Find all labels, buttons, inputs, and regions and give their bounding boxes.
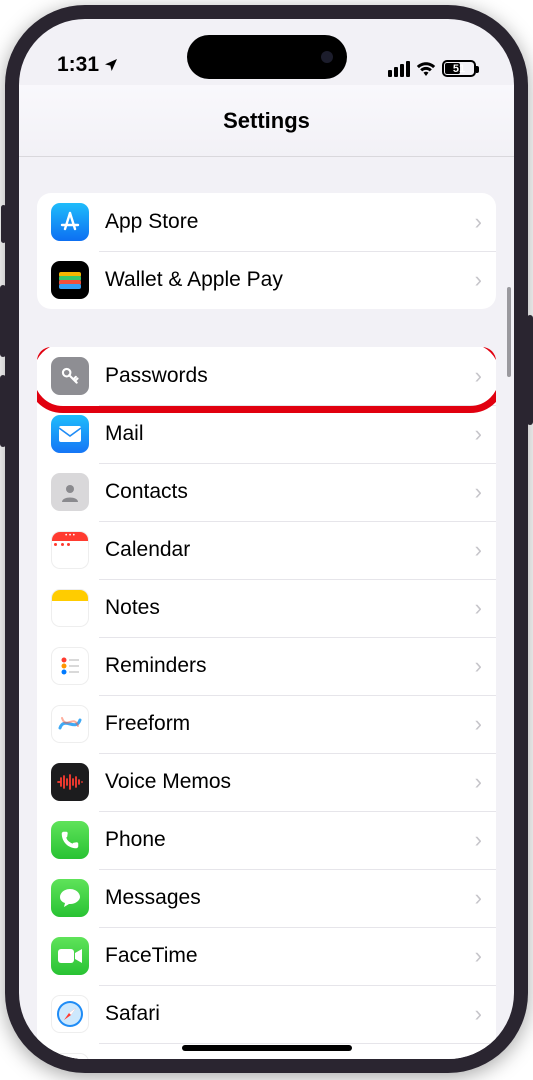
chevron-right-icon: › <box>475 421 482 447</box>
chevron-right-icon: › <box>475 537 482 563</box>
row-label: Voice Memos <box>105 770 475 794</box>
chevron-right-icon: › <box>475 267 482 293</box>
row-notes[interactable]: Notes › <box>37 579 496 637</box>
row-label: Safari <box>105 1002 475 1026</box>
row-label: FaceTime <box>105 944 475 968</box>
time-text: 1:31 <box>57 53 99 77</box>
row-label: Calendar <box>105 538 475 562</box>
messages-icon <box>51 879 89 917</box>
location-icon <box>103 57 119 73</box>
wallet-icon <box>51 261 89 299</box>
contacts-icon <box>51 473 89 511</box>
volume-down <box>0 375 6 447</box>
row-label: Reminders <box>105 654 475 678</box>
cellular-icon <box>388 61 410 77</box>
row-freeform[interactable]: Freeform › <box>37 695 496 753</box>
chevron-right-icon: › <box>475 209 482 235</box>
row-facetime[interactable]: FaceTime › <box>37 927 496 985</box>
freeform-icon <box>51 705 89 743</box>
chevron-right-icon: › <box>475 363 482 389</box>
key-icon <box>51 357 89 395</box>
row-label: Phone <box>105 828 475 852</box>
row-label: Wallet & Apple Pay <box>105 268 475 292</box>
volume-up <box>0 285 6 357</box>
battery-icon: 51 <box>442 60 476 77</box>
row-contacts[interactable]: Contacts › <box>37 463 496 521</box>
row-label: Mail <box>105 422 475 446</box>
battery-text: 51 <box>453 63 465 75</box>
status-time: 1:31 <box>57 53 119 77</box>
chevron-right-icon: › <box>475 595 482 621</box>
row-label: Passwords <box>105 364 475 388</box>
chevron-right-icon: › <box>475 653 482 679</box>
row-mail[interactable]: Mail › <box>37 405 496 463</box>
facetime-icon <box>51 937 89 975</box>
safari-icon <box>51 995 89 1033</box>
chevron-right-icon: › <box>475 885 482 911</box>
scrollbar[interactable] <box>507 287 511 377</box>
row-label: Contacts <box>105 480 475 504</box>
group-store: App Store › Wallet & Apple Pay › <box>37 193 496 309</box>
row-wallet[interactable]: Wallet & Apple Pay › <box>37 251 496 309</box>
news-icon <box>51 1053 89 1059</box>
row-reminders[interactable]: Reminders › <box>37 637 496 695</box>
calendar-icon: • • • <box>51 531 89 569</box>
phone-frame: 1:31 51 Settings <box>5 5 528 1073</box>
screen: 1:31 51 Settings <box>19 19 514 1059</box>
reminders-icon <box>51 647 89 685</box>
row-label: Freeform <box>105 712 475 736</box>
row-label: Notes <box>105 596 475 620</box>
dynamic-island <box>187 35 347 79</box>
silent-switch <box>1 205 6 243</box>
row-phone[interactable]: Phone › <box>37 811 496 869</box>
group-apps: Passwords › Mail › Contacts › <box>37 347 496 1059</box>
app-store-icon <box>51 203 89 241</box>
page-title: Settings <box>223 108 310 134</box>
wifi-icon <box>416 61 436 76</box>
chevron-right-icon: › <box>475 827 482 853</box>
chevron-right-icon: › <box>475 943 482 969</box>
row-label: Messages <box>105 886 475 910</box>
chevron-right-icon: › <box>475 479 482 505</box>
row-app-store[interactable]: App Store › <box>37 193 496 251</box>
notes-icon <box>51 589 89 627</box>
chevron-right-icon: › <box>475 711 482 737</box>
home-indicator[interactable] <box>182 1045 352 1051</box>
row-safari[interactable]: Safari › <box>37 985 496 1043</box>
phone-icon <box>51 821 89 859</box>
voice-memos-icon <box>51 763 89 801</box>
row-calendar[interactable]: • • • Calendar › <box>37 521 496 579</box>
row-voice-memos[interactable]: Voice Memos › <box>37 753 496 811</box>
row-label: App Store <box>105 210 475 234</box>
mail-icon <box>51 415 89 453</box>
settings-list[interactable]: App Store › Wallet & Apple Pay › <box>19 157 514 1059</box>
power-button <box>527 315 533 425</box>
row-messages[interactable]: Messages › <box>37 869 496 927</box>
chevron-right-icon: › <box>475 769 482 795</box>
nav-header: Settings <box>19 85 514 157</box>
row-passwords[interactable]: Passwords › <box>37 347 496 405</box>
chevron-right-icon: › <box>475 1001 482 1027</box>
